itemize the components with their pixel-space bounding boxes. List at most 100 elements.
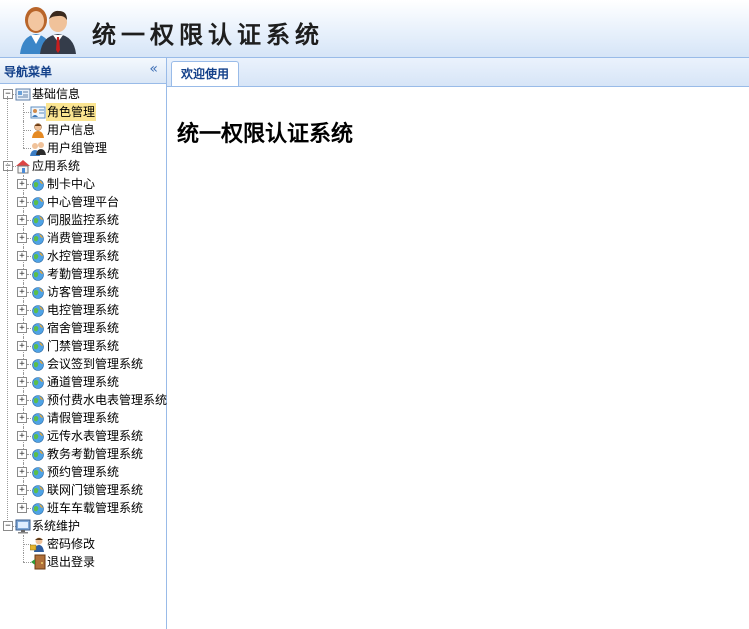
expand-node-icon[interactable]: + (17, 503, 27, 513)
expand-node-icon[interactable]: + (17, 467, 27, 477)
tree-app-node[interactable]: + 水控管理系统 (0, 247, 166, 265)
collapse-panel-icon[interactable]: « (149, 61, 158, 77)
tree-app-node[interactable]: + 会议签到管理系统 (0, 355, 166, 373)
user-icon (32, 123, 44, 138)
expand-node-icon[interactable]: + (17, 197, 27, 207)
role-card-icon (30, 106, 46, 119)
tree-app-node[interactable]: + 中心管理平台 (0, 193, 166, 211)
tree-app-label: 班车车载管理系统 (47, 501, 144, 515)
globe-icon (32, 215, 44, 227)
globe-icon (32, 323, 44, 335)
tree-leaf-label: 退出登录 (47, 555, 96, 569)
tree-app-node[interactable]: + 预约管理系统 (0, 463, 166, 481)
globe-icon (32, 503, 44, 515)
navigation-panel: 导航菜单 « − 基础信息角色管理 用户信息用户组管理 − 应用系统 + 制卡中心 + 中心管理… (0, 58, 167, 629)
collapse-node-icon[interactable]: − (3, 161, 13, 171)
expand-node-icon[interactable]: + (17, 377, 27, 387)
globe-icon (32, 377, 44, 389)
tree-leaf-node[interactable]: 密码修改 (0, 535, 166, 553)
tree-app-label: 联网门锁管理系统 (47, 483, 144, 497)
tree-leaf-node[interactable]: 用户组管理 (0, 139, 166, 157)
collapse-node-icon[interactable]: − (3, 89, 13, 99)
tree-app-label: 宿舍管理系统 (47, 321, 120, 335)
tree-leaf-label: 角色管理 (46, 103, 97, 121)
globe-icon (32, 413, 44, 425)
nav-tree: − 基础信息 角色管理 用户信息 用户组管理 − 应用系统 + 制卡中心 + 中心管理平台 + 伺服监控… (0, 84, 168, 571)
tree-app-label: 考勤管理系统 (47, 267, 120, 281)
globe-icon (32, 269, 44, 281)
tree-app-node[interactable]: + 班车车载管理系统 (0, 499, 166, 517)
tree-app-label: 远传水表管理系统 (47, 429, 144, 443)
tree-connector (23, 139, 24, 148)
tree-app-label: 会议签到管理系统 (47, 357, 144, 371)
expand-node-icon[interactable]: + (17, 413, 27, 423)
tree-leaf-node[interactable]: 退出登录 (0, 553, 166, 571)
expand-node-icon[interactable]: + (17, 485, 27, 495)
tree-app-node[interactable]: + 门禁管理系统 (0, 337, 166, 355)
expand-node-icon[interactable]: + (17, 269, 27, 279)
expand-node-icon[interactable]: + (17, 233, 27, 243)
page-heading: 统一权限认证系统 (177, 122, 354, 147)
tree-app-label: 预约管理系统 (47, 465, 120, 479)
tree-app-node[interactable]: + 教务考勤管理系统 (0, 445, 166, 463)
tree-leaf-label: 用户组管理 (47, 141, 108, 155)
tree-group-node[interactable]: − 基础信息 (0, 85, 166, 103)
tree-app-node[interactable]: + 宿舍管理系统 (0, 319, 166, 337)
expand-node-icon[interactable]: + (17, 341, 27, 351)
collapse-node-icon[interactable]: − (3, 521, 13, 531)
expand-node-icon[interactable]: + (17, 287, 27, 297)
tree-app-label: 水控管理系统 (47, 249, 120, 263)
tree-group-node[interactable]: − 系统维护 (0, 517, 166, 535)
tree-connector (23, 553, 24, 562)
tree-app-label: 预付费水电表管理系统 (47, 393, 168, 407)
user-group-icon (30, 142, 46, 156)
tree-app-node[interactable]: + 访客管理系统 (0, 283, 166, 301)
monitor-icon (15, 519, 31, 534)
tree-app-label: 电控管理系统 (47, 303, 120, 317)
expand-node-icon[interactable]: + (17, 305, 27, 315)
globe-icon (32, 287, 44, 299)
tree-app-label: 访客管理系统 (47, 285, 120, 299)
logout-door-icon (31, 554, 46, 570)
expand-node-icon[interactable]: + (17, 251, 27, 261)
tree-app-node[interactable]: + 伺服监控系统 (0, 211, 166, 229)
expand-node-icon[interactable]: + (17, 395, 27, 405)
globe-icon (32, 341, 44, 353)
tree-app-label: 伺服监控系统 (47, 213, 120, 227)
nav-panel-title: 导航菜单 (4, 65, 53, 79)
main-panel: 欢迎使用 统一权限认证系统 (167, 58, 749, 629)
tree-app-node[interactable]: + 通道管理系统 (0, 373, 166, 391)
tree-leaf-node[interactable]: 用户信息 (0, 121, 166, 139)
tree-leaf-node[interactable]: 角色管理 (0, 103, 166, 121)
expand-node-icon[interactable]: + (17, 179, 27, 189)
app-home-icon (16, 160, 30, 174)
tree-app-node[interactable]: + 消费管理系统 (0, 229, 166, 247)
expand-node-icon[interactable]: + (17, 449, 27, 459)
tree-app-label: 制卡中心 (47, 177, 96, 191)
tab-welcome[interactable]: 欢迎使用 (171, 61, 239, 86)
tree-connector (7, 96, 8, 522)
app-title: 统一权限认证系统 (92, 20, 324, 49)
info-card-icon (15, 88, 31, 101)
tree-app-node[interactable]: + 请假管理系统 (0, 409, 166, 427)
expand-node-icon[interactable]: + (17, 215, 27, 225)
tree-group-node[interactable]: − 应用系统 (0, 157, 166, 175)
tree-app-node[interactable]: + 考勤管理系统 (0, 265, 166, 283)
expand-node-icon[interactable]: + (17, 323, 27, 333)
expand-node-icon[interactable]: + (17, 359, 27, 369)
tree-app-node[interactable]: + 远传水表管理系统 (0, 427, 166, 445)
tree-app-label: 通道管理系统 (47, 375, 120, 389)
tree-group-label: 应用系统 (32, 159, 81, 173)
tree-app-node[interactable]: + 预付费水电表管理系统 (0, 391, 168, 409)
globe-icon (32, 305, 44, 317)
globe-icon (32, 251, 44, 263)
tree-group-label: 系统维护 (32, 519, 81, 533)
tree-app-label: 门禁管理系统 (47, 339, 120, 353)
globe-icon (32, 179, 44, 191)
globe-icon (32, 233, 44, 245)
tree-app-node[interactable]: + 制卡中心 (0, 175, 166, 193)
tree-app-node[interactable]: + 电控管理系统 (0, 301, 166, 319)
tree-group-label: 基础信息 (32, 87, 81, 101)
tree-app-node[interactable]: + 联网门锁管理系统 (0, 481, 166, 499)
expand-node-icon[interactable]: + (17, 431, 27, 441)
